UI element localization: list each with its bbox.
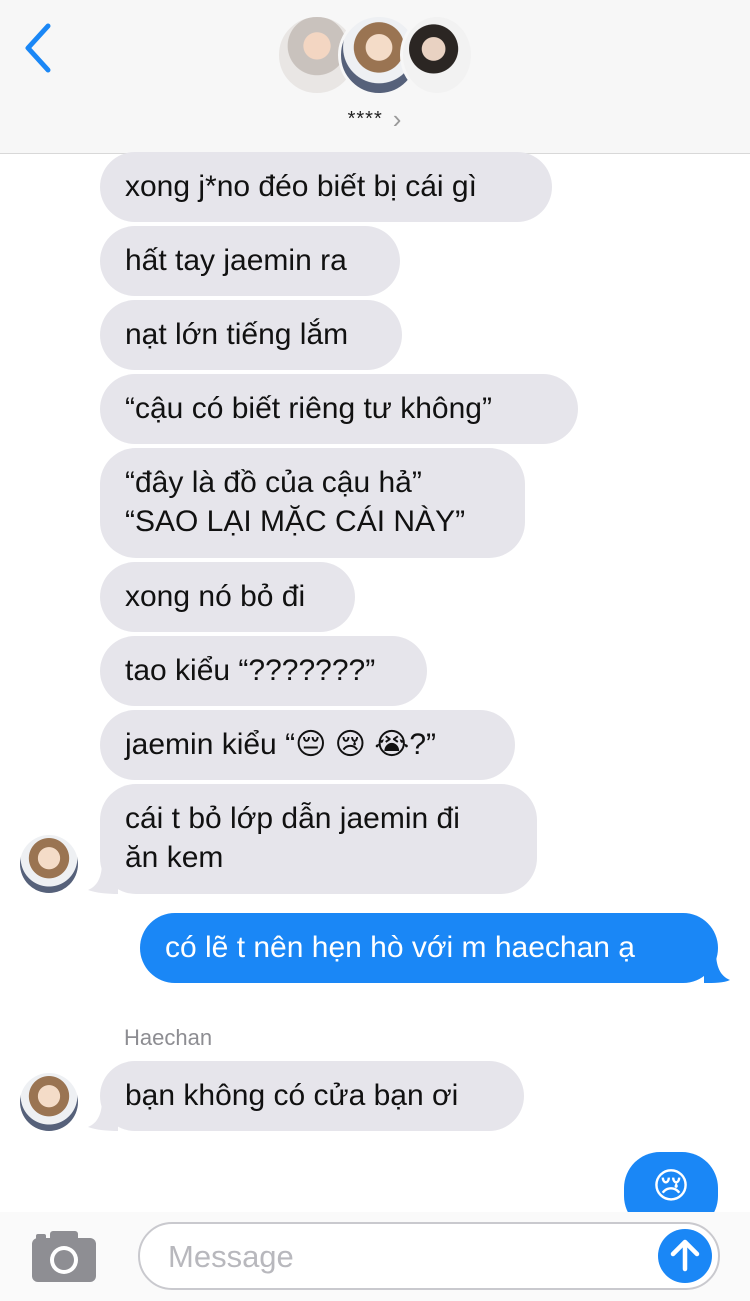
- message-bubble[interactable]: “đây là đồ của cậu hả” “SAO LẠI MẶC CÁI …: [100, 448, 525, 558]
- conversation-header: **** ›: [0, 0, 750, 154]
- message-text: bạn không có cửa bạn ơi: [125, 1079, 459, 1112]
- group-avatar-3: [400, 14, 474, 96]
- arrow-up-icon: [670, 1239, 700, 1272]
- message-bubble[interactable]: xong nó bỏ đi: [100, 562, 355, 632]
- message-text: “cậu có biết riêng tư không”: [125, 392, 492, 425]
- message-bubble[interactable]: bạn không có cửa bạn ơi: [100, 1061, 524, 1131]
- send-button[interactable]: [658, 1229, 712, 1283]
- sender-name: Haechan: [124, 1025, 213, 1050]
- message-text: 😢: [652, 1165, 690, 1206]
- camera-button[interactable]: [32, 1230, 98, 1282]
- message-bubble[interactable]: nạt lớn tiếng lắm: [100, 300, 402, 370]
- message-text: có lẽ t nên hẹn hò với m haechan ạ: [165, 931, 635, 964]
- message-bubble[interactable]: jaemin kiểu “😔 😢 😭?”: [100, 710, 515, 780]
- message-text: nạt lớn tiếng lắm: [125, 318, 349, 351]
- message-text: jaemin kiểu “😔 😢 😭?”: [125, 728, 437, 761]
- message-placeholder: Message: [168, 1239, 294, 1274]
- message-text: xong nó bỏ đi: [125, 580, 306, 613]
- back-button[interactable]: [20, 22, 60, 74]
- message-bubble[interactable]: hất tay jaemin ra: [100, 226, 400, 296]
- message-bubble[interactable]: có lẽ t nên hẹn hò với m haechan ạ: [140, 913, 718, 983]
- group-name[interactable]: **** ›: [0, 104, 750, 135]
- sender-avatar[interactable]: [20, 1073, 78, 1131]
- message-text: tao kiểu “???????”: [125, 654, 376, 687]
- sender-avatar[interactable]: [20, 835, 78, 893]
- camera-icon: [32, 1231, 96, 1282]
- message-text-line: ăn kem: [125, 841, 224, 874]
- chevron-right-icon: ›: [392, 104, 403, 134]
- message-text: hất tay jaemin ra: [125, 244, 347, 277]
- message-bubble[interactable]: “cậu có biết riêng tư không”: [100, 374, 578, 444]
- message-bubble[interactable]: cái t bỏ lớp dẫn jaemin đi ăn kem: [100, 784, 537, 894]
- message-bubble[interactable]: tao kiểu “???????”: [100, 636, 427, 706]
- message-text-line: cái t bỏ lớp dẫn jaemin đi: [125, 802, 460, 835]
- message-text: xong j*no đéo biết bị cái gì: [125, 170, 477, 203]
- chevron-left-icon: [25, 23, 51, 73]
- message-text-line: “đây là đồ của cậu hả”: [125, 466, 422, 499]
- bubble-tail: [88, 862, 118, 894]
- message-bubble[interactable]: xong j*no đéo biết bị cái gì: [100, 152, 552, 222]
- bubble-tail: [88, 1100, 118, 1131]
- message-text-line: “SAO LẠI MẶC CÁI NÀY”: [125, 505, 466, 538]
- group-name-label: ****: [347, 108, 383, 130]
- group-avatars[interactable]: [276, 14, 476, 96]
- message-input[interactable]: Message: [138, 1222, 720, 1290]
- bubble-tail: [704, 952, 730, 983]
